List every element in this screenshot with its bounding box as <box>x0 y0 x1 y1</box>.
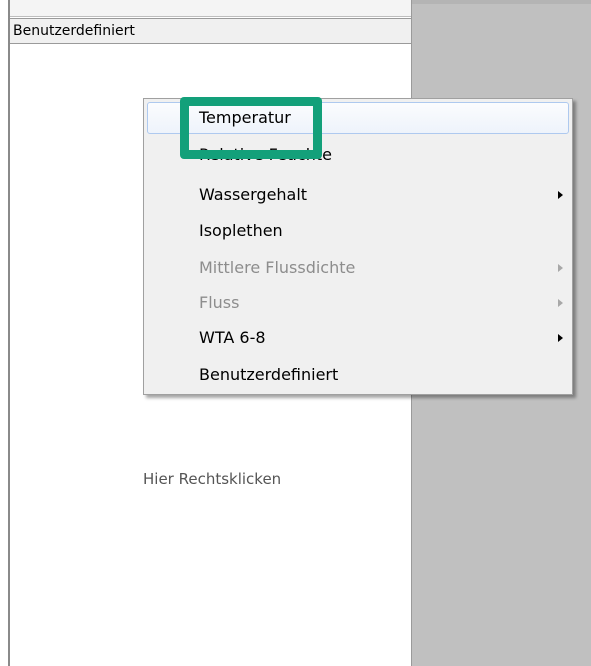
menu-item-mittlere-flussdichte[interactable]: Mittlere Flussdichte <box>147 252 569 284</box>
menu-item-label: Relative Feuchte <box>199 145 332 164</box>
menu-item-temperatur[interactable]: Temperatur <box>147 102 569 134</box>
context-menu: Temperatur Relative Feuchte Wassergehalt… <box>143 98 573 395</box>
submenu-arrow-icon <box>558 299 563 307</box>
menu-item-label: WTA 6-8 <box>199 328 266 347</box>
menu-item-benutzerdefiniert[interactable]: Benutzerdefiniert <box>147 359 569 391</box>
menu-item-label: Fluss <box>199 293 240 312</box>
gray-area-top-edge <box>412 0 591 4</box>
submenu-arrow-icon <box>558 334 563 342</box>
right-click-hint: Hier Rechtsklicken <box>143 470 282 488</box>
menu-item-label: Benutzerdefiniert <box>199 365 339 384</box>
panel-header: Benutzerdefiniert <box>10 18 411 44</box>
menu-item-fluss[interactable]: Fluss <box>147 287 569 319</box>
menu-item-wassergehalt[interactable]: Wassergehalt <box>147 179 569 211</box>
menu-item-wta-6-8[interactable]: WTA 6-8 <box>147 322 569 354</box>
menu-item-relative-feuchte[interactable]: Relative Feuchte <box>147 139 569 171</box>
menu-item-label: Wassergehalt <box>199 185 308 204</box>
menu-item-label: Isoplethen <box>199 221 283 240</box>
submenu-arrow-icon <box>558 191 563 199</box>
menu-item-label: Temperatur <box>199 108 291 127</box>
panel-top-strip <box>10 0 411 17</box>
menu-item-isoplethen[interactable]: Isoplethen <box>147 215 569 247</box>
submenu-arrow-icon <box>558 264 563 272</box>
menu-item-label: Mittlere Flussdichte <box>199 258 356 277</box>
